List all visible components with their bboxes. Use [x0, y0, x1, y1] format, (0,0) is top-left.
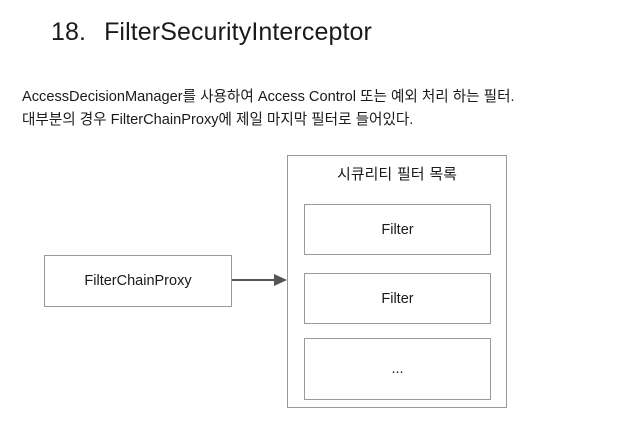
filter-item: Filter [304, 204, 491, 255]
filter-item-label: Filter [381, 290, 414, 307]
description-paragraph: AccessDecisionManager를 사용하여 Access Contr… [22, 86, 515, 132]
filter-item-label: ... [391, 361, 404, 377]
security-filter-list-title: 시큐리티 필터 목록 [337, 165, 457, 183]
description-line-1: AccessDecisionManager를 사용하여 Access Contr… [22, 89, 515, 105]
filter-chain-proxy-box: FilterChainProxy [44, 255, 232, 307]
filter-chain-proxy-label: FilterChainProxy [84, 273, 192, 289]
description-line-2: 대부분의 경우 FilterChainProxy에 제일 마지막 필터로 들어있… [22, 112, 414, 128]
filter-item-ellipsis: ... [304, 338, 491, 400]
filter-item: Filter [304, 273, 491, 324]
security-filter-list-box: 시큐리티 필터 목록 Filter Filter ... [287, 155, 507, 408]
section-title: 18. FilterSecurityInterceptor [51, 18, 372, 47]
section-heading-text: FilterSecurityInterceptor [104, 18, 372, 46]
section-number: 18. [51, 18, 87, 46]
filter-item-label: Filter [381, 221, 414, 238]
arrow-right-icon [232, 274, 287, 286]
